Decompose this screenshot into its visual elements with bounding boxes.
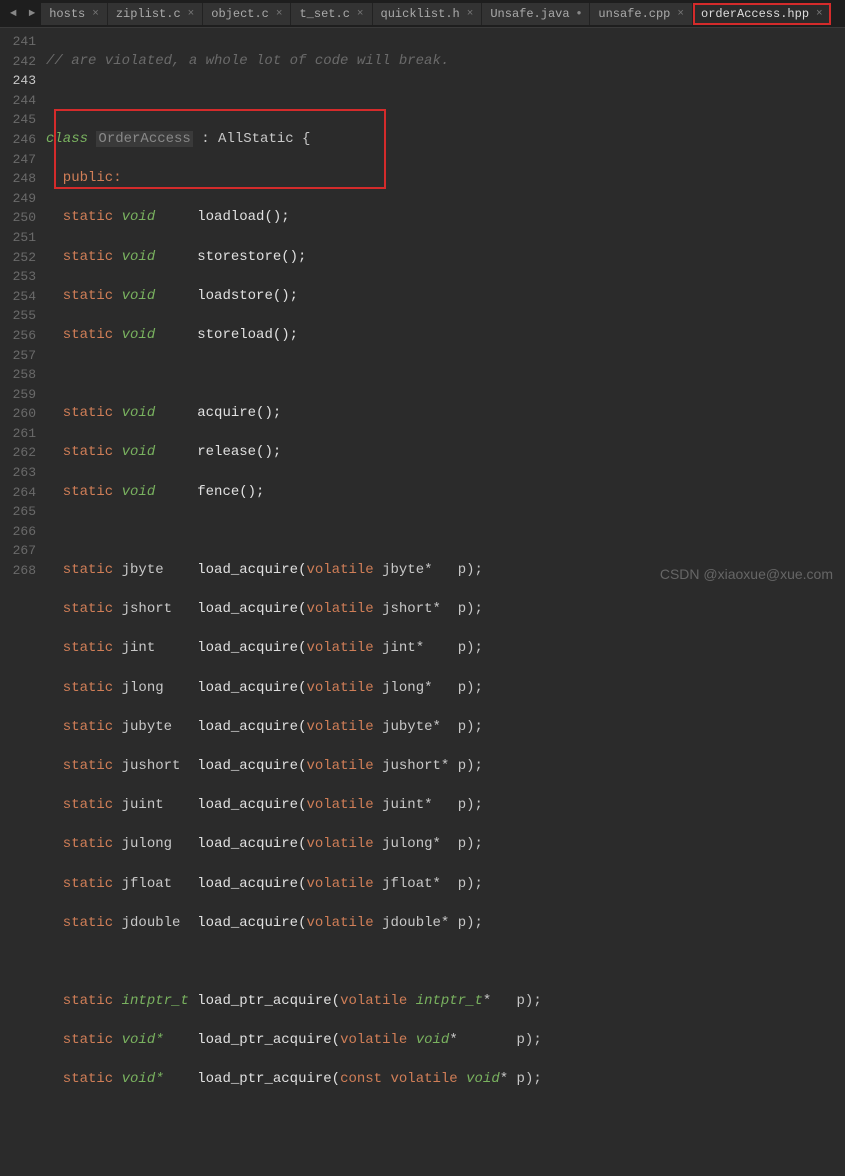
line-number: 258 <box>0 365 36 385</box>
tab-label: orderAccess.hpp <box>701 7 809 21</box>
line-number: 241 <box>0 32 36 52</box>
close-icon[interactable]: × <box>92 8 99 20</box>
editor: 2412422432442452462472482492502512522532… <box>0 28 845 588</box>
line-number: 250 <box>0 208 36 228</box>
line-number: 249 <box>0 189 36 209</box>
close-icon[interactable]: × <box>357 8 364 20</box>
close-icon[interactable]: × <box>276 8 283 20</box>
dirty-icon: ● <box>577 9 582 18</box>
close-icon[interactable]: × <box>467 8 474 20</box>
tab-bar: ◄ ► hosts×ziplist.c×object.c×t_set.c×qui… <box>0 0 845 28</box>
line-number: 259 <box>0 385 36 405</box>
line-number: 256 <box>0 326 36 346</box>
line-number: 242 <box>0 52 36 72</box>
line-number: 265 <box>0 502 36 522</box>
line-number: 261 <box>0 424 36 444</box>
tab-hosts[interactable]: hosts × <box>41 3 108 25</box>
line-number: 244 <box>0 91 36 111</box>
comment-text: // are violated, a whole lot of code wil… <box>46 53 449 69</box>
tab-label: t_set.c <box>299 7 349 21</box>
line-number: 247 <box>0 150 36 170</box>
line-number: 263 <box>0 463 36 483</box>
line-number: 246 <box>0 130 36 150</box>
nav-left[interactable]: ◄ <box>4 8 23 20</box>
tab-label: quicklist.h <box>381 7 460 21</box>
tab-object-c[interactable]: object.c × <box>203 3 291 25</box>
class-name: OrderAccess <box>96 131 192 147</box>
line-number: 254 <box>0 287 36 307</box>
line-number: 268 <box>0 561 36 581</box>
line-number: 267 <box>0 541 36 561</box>
tab-label: Unsafe.java <box>490 7 569 21</box>
tab-label: hosts <box>49 7 85 21</box>
tab-Unsafe-java[interactable]: Unsafe.java ● <box>482 3 590 25</box>
watermark: CSDN @xiaoxue@xue.com <box>660 566 833 582</box>
close-icon[interactable]: × <box>677 8 684 20</box>
tab-quicklist-h[interactable]: quicklist.h × <box>373 3 483 25</box>
tab-unsafe-cpp[interactable]: unsafe.cpp × <box>590 3 693 25</box>
line-number: 257 <box>0 346 36 366</box>
line-number: 251 <box>0 228 36 248</box>
close-icon[interactable]: × <box>816 8 823 20</box>
close-icon[interactable]: × <box>188 8 195 20</box>
tab-label: unsafe.cpp <box>598 7 670 21</box>
line-number: 248 <box>0 169 36 189</box>
line-number: 266 <box>0 522 36 542</box>
line-number: 252 <box>0 248 36 268</box>
line-number: 245 <box>0 110 36 130</box>
nav-right[interactable]: ► <box>23 8 42 20</box>
tab-t_set-c[interactable]: t_set.c × <box>291 3 372 25</box>
tab-label: ziplist.c <box>116 7 181 21</box>
tab-label: object.c <box>211 7 269 21</box>
line-number: 255 <box>0 306 36 326</box>
code-area[interactable]: // are violated, a whole lot of code wil… <box>46 28 845 588</box>
line-number: 243 <box>0 71 36 91</box>
line-number: 260 <box>0 404 36 424</box>
line-number-gutter: 2412422432442452462472482492502512522532… <box>0 28 46 588</box>
line-number: 262 <box>0 443 36 463</box>
tab-orderAccess-hpp[interactable]: orderAccess.hpp × <box>693 3 831 25</box>
line-number: 253 <box>0 267 36 287</box>
line-number: 264 <box>0 483 36 503</box>
tab-ziplist-c[interactable]: ziplist.c × <box>108 3 203 25</box>
